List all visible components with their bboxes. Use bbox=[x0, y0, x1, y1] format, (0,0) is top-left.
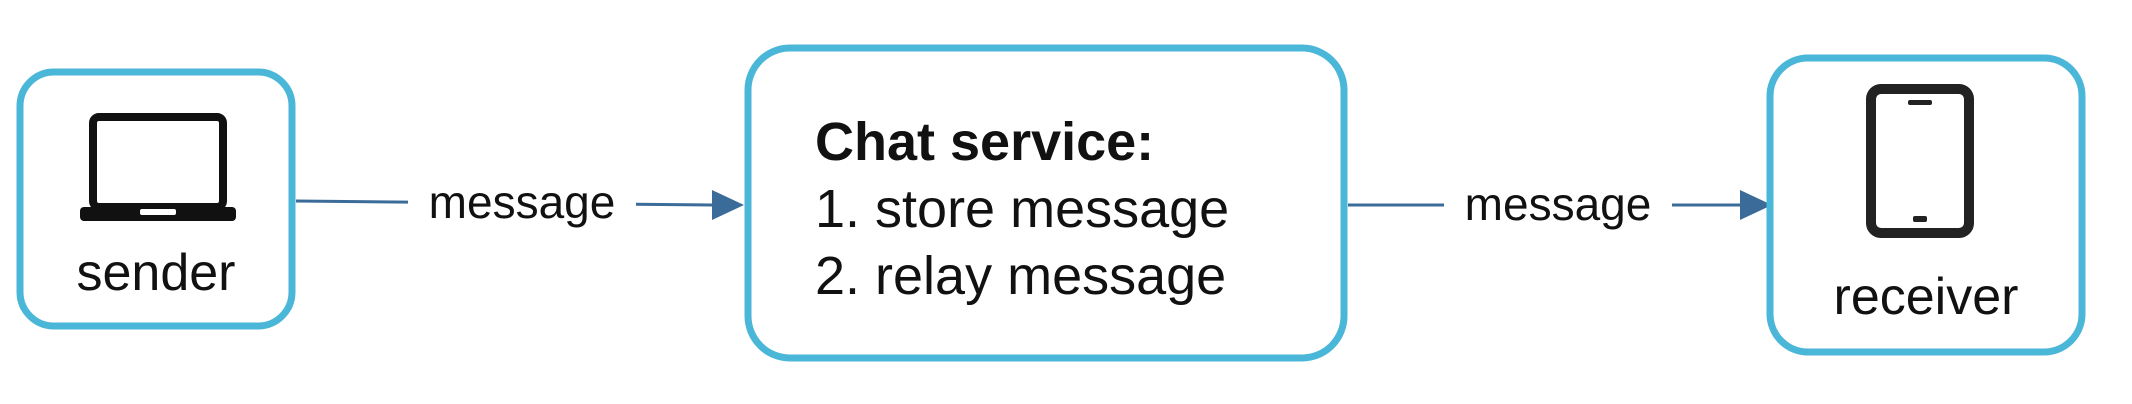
receiver-label: receiver bbox=[1834, 268, 2019, 326]
edge-label-message: message bbox=[429, 176, 616, 228]
node-sender: sender bbox=[16, 68, 296, 330]
chat-service-title: Chat service: bbox=[815, 112, 1154, 172]
flow-diagram: message message sender Chat service: 1. … bbox=[16, 44, 2086, 362]
edge-sender-to-chat-service: message bbox=[295, 170, 744, 234]
diagram-canvas: message message sender Chat service: 1. … bbox=[0, 0, 2132, 404]
node-receiver: receiver bbox=[1766, 54, 2086, 356]
chat-service-step-2: 2. relay message bbox=[815, 246, 1226, 306]
node-chat-service: Chat service: 1. store message 2. relay … bbox=[744, 44, 1348, 362]
edge-label-message: message bbox=[1465, 178, 1652, 230]
edge-chat-service-to-receiver: message bbox=[1348, 172, 1772, 236]
arrowhead bbox=[712, 190, 744, 220]
sender-label: sender bbox=[77, 244, 236, 302]
chat-service-step-1: 1. store message bbox=[815, 179, 1229, 239]
